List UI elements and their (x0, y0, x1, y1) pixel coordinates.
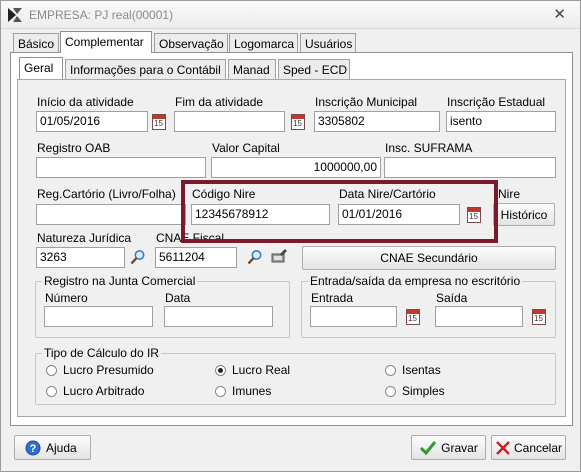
historico-button[interactable]: Histórico (493, 203, 555, 226)
gravar-label: Gravar (441, 440, 478, 455)
calendar-glyph: 15 (293, 119, 302, 128)
reg-cartorio-field[interactable] (36, 204, 186, 225)
numero-label: Número (45, 291, 88, 305)
valor-capital-field[interactable]: 1000000,00 (211, 157, 381, 178)
calendar-glyph: 15 (534, 314, 543, 323)
tab-geral[interactable]: Geral (19, 57, 63, 79)
search-icon[interactable] (130, 249, 146, 265)
search-icon[interactable] (247, 249, 263, 265)
tab-manad[interactable]: Manad (228, 59, 276, 79)
calendar-icon[interactable]: 15 (532, 309, 546, 325)
radio-dot (215, 385, 226, 397)
radio-imunes[interactable]: Imunes (215, 384, 271, 398)
saida-field[interactable] (435, 306, 523, 327)
radio-label: Simples (402, 384, 445, 398)
radio-simples[interactable]: Simples (385, 384, 445, 398)
insc-suframa-label: Insc. SUFRAMA (385, 141, 473, 155)
radio-label: Lucro Arbitrado (63, 384, 145, 398)
tipo-calculo-ir-title: Tipo de Cálculo do IR (42, 346, 161, 360)
radio-lucro-presumido[interactable]: Lucro Presumido (46, 363, 154, 377)
entrada-field[interactable] (310, 306, 397, 327)
reg-cartorio-label: Reg.Cartório (Livro/Folha) (37, 187, 176, 201)
cancelar-label: Cancelar (513, 440, 563, 455)
saida-label: Saída (436, 291, 468, 305)
inicio-atividade-field[interactable]: 01/05/2016 (36, 111, 148, 132)
app-icon (8, 8, 22, 22)
inicio-atividade-label: Início da atividade (37, 95, 134, 109)
calendar-glyph: 15 (408, 314, 417, 323)
radio-label: Lucro Presumido (63, 363, 154, 377)
data-junta-field[interactable] (164, 306, 273, 327)
radio-isentas[interactable]: Isentas (385, 363, 441, 377)
entrada-label: Entrada (311, 291, 354, 305)
cnae-fiscal-field[interactable]: 5611204 (155, 247, 237, 268)
radio-label: Isentas (402, 363, 441, 377)
calendar-icon[interactable]: 15 (152, 114, 166, 130)
check-icon (420, 440, 437, 455)
natureza-juridica-label: Natureza Jurídica (37, 231, 132, 245)
cancelar-button[interactable]: Cancelar (491, 435, 566, 460)
numero-field[interactable] (44, 306, 153, 327)
inscricao-municipal-label: Inscrição Municipal (315, 95, 418, 109)
registro-oab-field[interactable] (36, 157, 206, 178)
cnae-secundario-button[interactable]: CNAE Secundário (302, 246, 556, 270)
title-bar: EMPRESA: PJ real(00001) ✕ (1, 1, 580, 29)
tab-complementar[interactable]: Complementar (60, 31, 152, 53)
ajuda-label: Ajuda (46, 440, 77, 455)
help-icon: ? (25, 440, 41, 455)
tab-observacao[interactable]: Observação (154, 33, 228, 53)
valor-capital-label: Valor Capital (212, 141, 280, 155)
empresa-window: EMPRESA: PJ real(00001) ✕ Básico Complem… (0, 0, 581, 472)
insc-suframa-field[interactable] (384, 157, 556, 178)
radio-dot (385, 385, 396, 397)
radio-lucro-arbitrado[interactable]: Lucro Arbitrado (46, 384, 144, 398)
radio-label: Imunes (232, 384, 272, 398)
natureza-juridica-field[interactable]: 3263 (36, 247, 125, 268)
radio-dot (46, 385, 57, 397)
calendar-icon[interactable]: 15 (291, 114, 305, 130)
calendar-glyph: 15 (154, 119, 163, 128)
data-junta-label: Data (165, 291, 191, 305)
nire-label: Nire (498, 187, 521, 201)
window-title: EMPRESA: PJ real(00001) (29, 8, 174, 22)
tab-sped-ecd[interactable]: Sped - ECD (278, 59, 350, 79)
close-icon[interactable]: ✕ (553, 5, 566, 23)
cancel-x-icon (496, 440, 510, 455)
registro-oab-label: Registro OAB (37, 141, 111, 155)
radio-dot (385, 364, 396, 376)
radio-dot (46, 364, 57, 376)
registro-junta-title: Registro na Junta Comercial (42, 274, 198, 288)
tab-usuarios[interactable]: Usuários (300, 33, 356, 53)
radio-label: Lucro Real (232, 363, 291, 377)
fim-atividade-field[interactable] (174, 111, 285, 132)
entrada-saida-title: Entrada/saída da empresa no escritório (308, 274, 523, 288)
tab-informacoes-contabil[interactable]: Informações para o Contábil (65, 59, 226, 79)
edit-icon[interactable] (271, 248, 287, 264)
tab-basico[interactable]: Básico (13, 33, 59, 53)
inscricao-estadual-label: Inscrição Estadual (447, 95, 546, 109)
ajuda-button[interactable]: ? Ajuda (14, 435, 91, 460)
svg-text:?: ? (30, 443, 37, 455)
radio-dot (215, 364, 226, 376)
calendar-icon[interactable]: 15 (406, 309, 420, 325)
radio-lucro-real[interactable]: Lucro Real (215, 363, 290, 377)
inscricao-municipal-field[interactable]: 3305802 (314, 111, 440, 132)
nire-highlight-box (181, 180, 498, 243)
gravar-button[interactable]: Gravar (411, 435, 486, 460)
inscricao-estadual-field[interactable]: isento (446, 111, 556, 132)
tab-logomarca[interactable]: Logomarca (229, 33, 298, 53)
fim-atividade-label: Fim da atividade (175, 95, 264, 109)
